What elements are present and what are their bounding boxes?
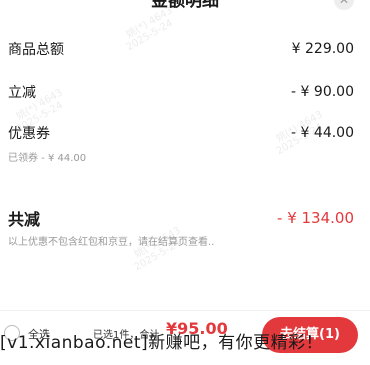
coupon-row: 优惠券 - ¥ 44.00 [8, 123, 354, 143]
goods-total-label: 商品总额 [8, 42, 64, 58]
goods-total-row: 商品总额 ¥ 229.00 [8, 39, 354, 59]
sheet-title: 金额明细 [151, 0, 219, 11]
instant-discount-amount: - ¥ 90.00 [291, 84, 354, 100]
instant-discount-row: 立减 - ¥ 90.00 [8, 82, 354, 102]
instant-discount-label: 立减 [8, 85, 36, 101]
goods-total-amount: ¥ 229.00 [291, 41, 354, 57]
total-discount-note: 以上优惠不包含红包和京豆，请在结算页查看.. [8, 237, 215, 248]
total-discount-amount: - ¥ 134.00 [277, 209, 354, 227]
total-discount-label: 共减 [8, 210, 41, 229]
coupon-label: 优惠券 [8, 126, 50, 142]
coupon-sub-note: 已领券 - ¥ 44.00 [8, 153, 87, 164]
coupon-amount: - ¥ 44.00 [291, 125, 354, 141]
overlay-caption: [v1.xianbao.net]新赚吧，有你更精彩！ [0, 333, 324, 353]
total-discount-row: 共减 - ¥ 134.00 [8, 206, 354, 230]
